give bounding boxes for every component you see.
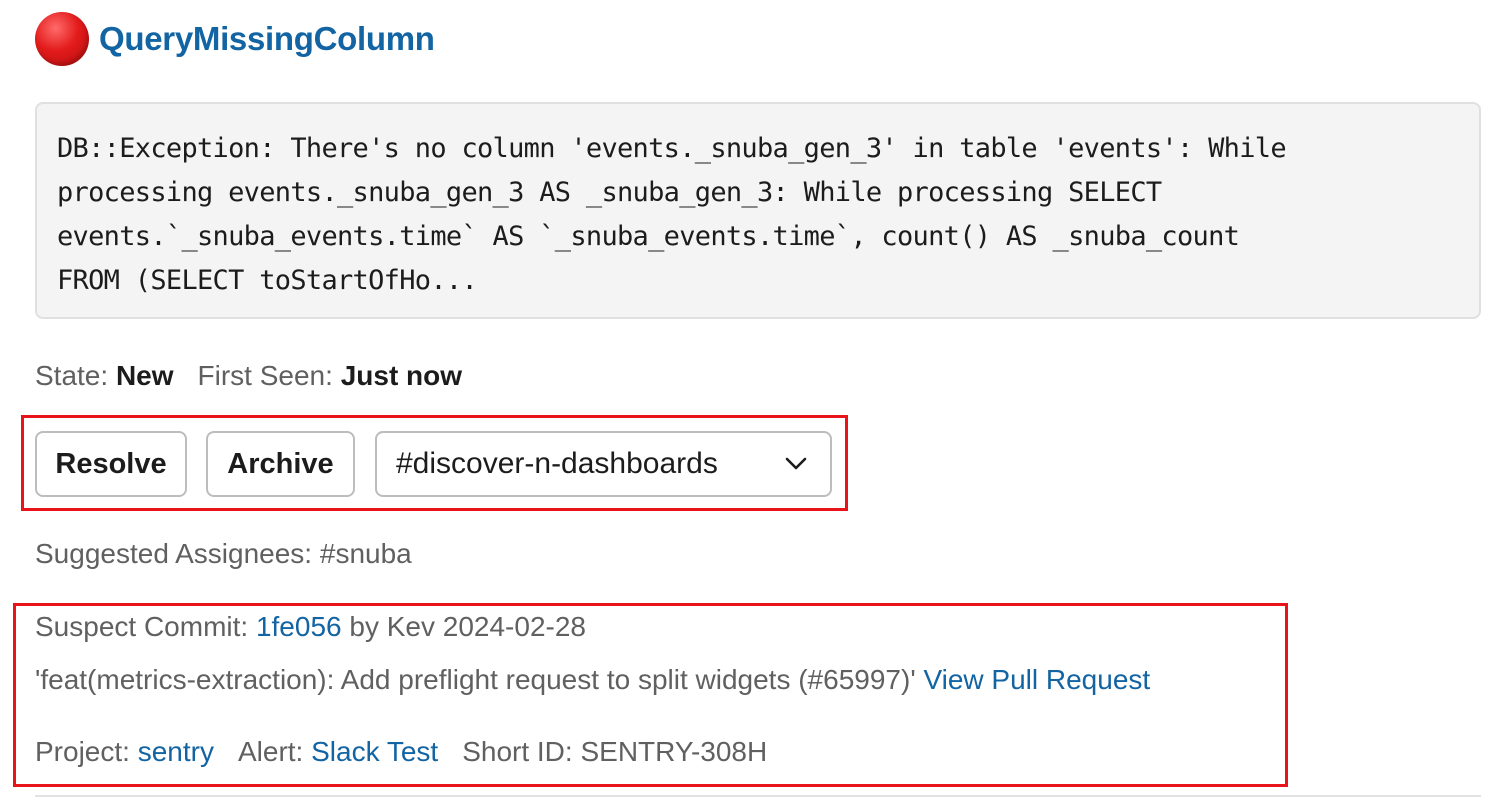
suggested-assignees: Suggested Assignees: #snuba — [35, 538, 412, 569]
red-circle-icon — [35, 11, 89, 66]
suspect-commit-label: Suspect Commit: — [35, 611, 249, 642]
alert-label: Alert: — [237, 736, 304, 767]
suspect-commit-line: Suspect Commit: 1fe056 by Kev 2024-02-28 — [35, 611, 586, 643]
issue-title-link[interactable]: QueryMissingColumn — [99, 20, 435, 58]
archive-button[interactable]: Archive — [206, 431, 355, 497]
chevron-down-icon — [784, 452, 808, 476]
error-message-block: DB::Exception: There's no column 'events… — [35, 102, 1481, 319]
issue-header: QueryMissingColumn — [35, 11, 435, 66]
error-message-text: DB::Exception: There's no column 'events… — [57, 133, 1287, 296]
project-link[interactable]: sentry — [138, 736, 214, 767]
project-label: Project: — [35, 736, 130, 767]
alert-link[interactable]: Slack Test — [311, 736, 438, 767]
commit-message-line: 'feat(metrics-extraction): Add preflight… — [35, 664, 1150, 696]
state-value: New — [115, 360, 174, 391]
commit-message: 'feat(metrics-extraction): Add preflight… — [35, 664, 916, 695]
issue-footer-line: Project: sentry Alert: Slack Test Short ID… — [35, 736, 767, 768]
bottom-divider — [35, 795, 1481, 797]
resolve-button[interactable]: Resolve — [35, 431, 187, 497]
channel-select[interactable]: #discover-n-dashboards — [375, 431, 832, 497]
state-label: State: — [35, 360, 109, 391]
view-pull-request-link[interactable]: View Pull Request — [923, 664, 1150, 695]
commit-author-date: by Kev 2024-02-28 — [349, 611, 586, 642]
channel-select-value: #discover-n-dashboards — [396, 447, 718, 480]
short-id: Short ID: SENTRY-308H — [462, 736, 768, 767]
commit-hash-link[interactable]: 1fe056 — [256, 611, 342, 642]
issue-status-line: State: New First Seen: Just now — [35, 360, 462, 392]
first-seen-value: Just now — [340, 360, 463, 391]
first-seen-label: First Seen: — [197, 360, 333, 391]
